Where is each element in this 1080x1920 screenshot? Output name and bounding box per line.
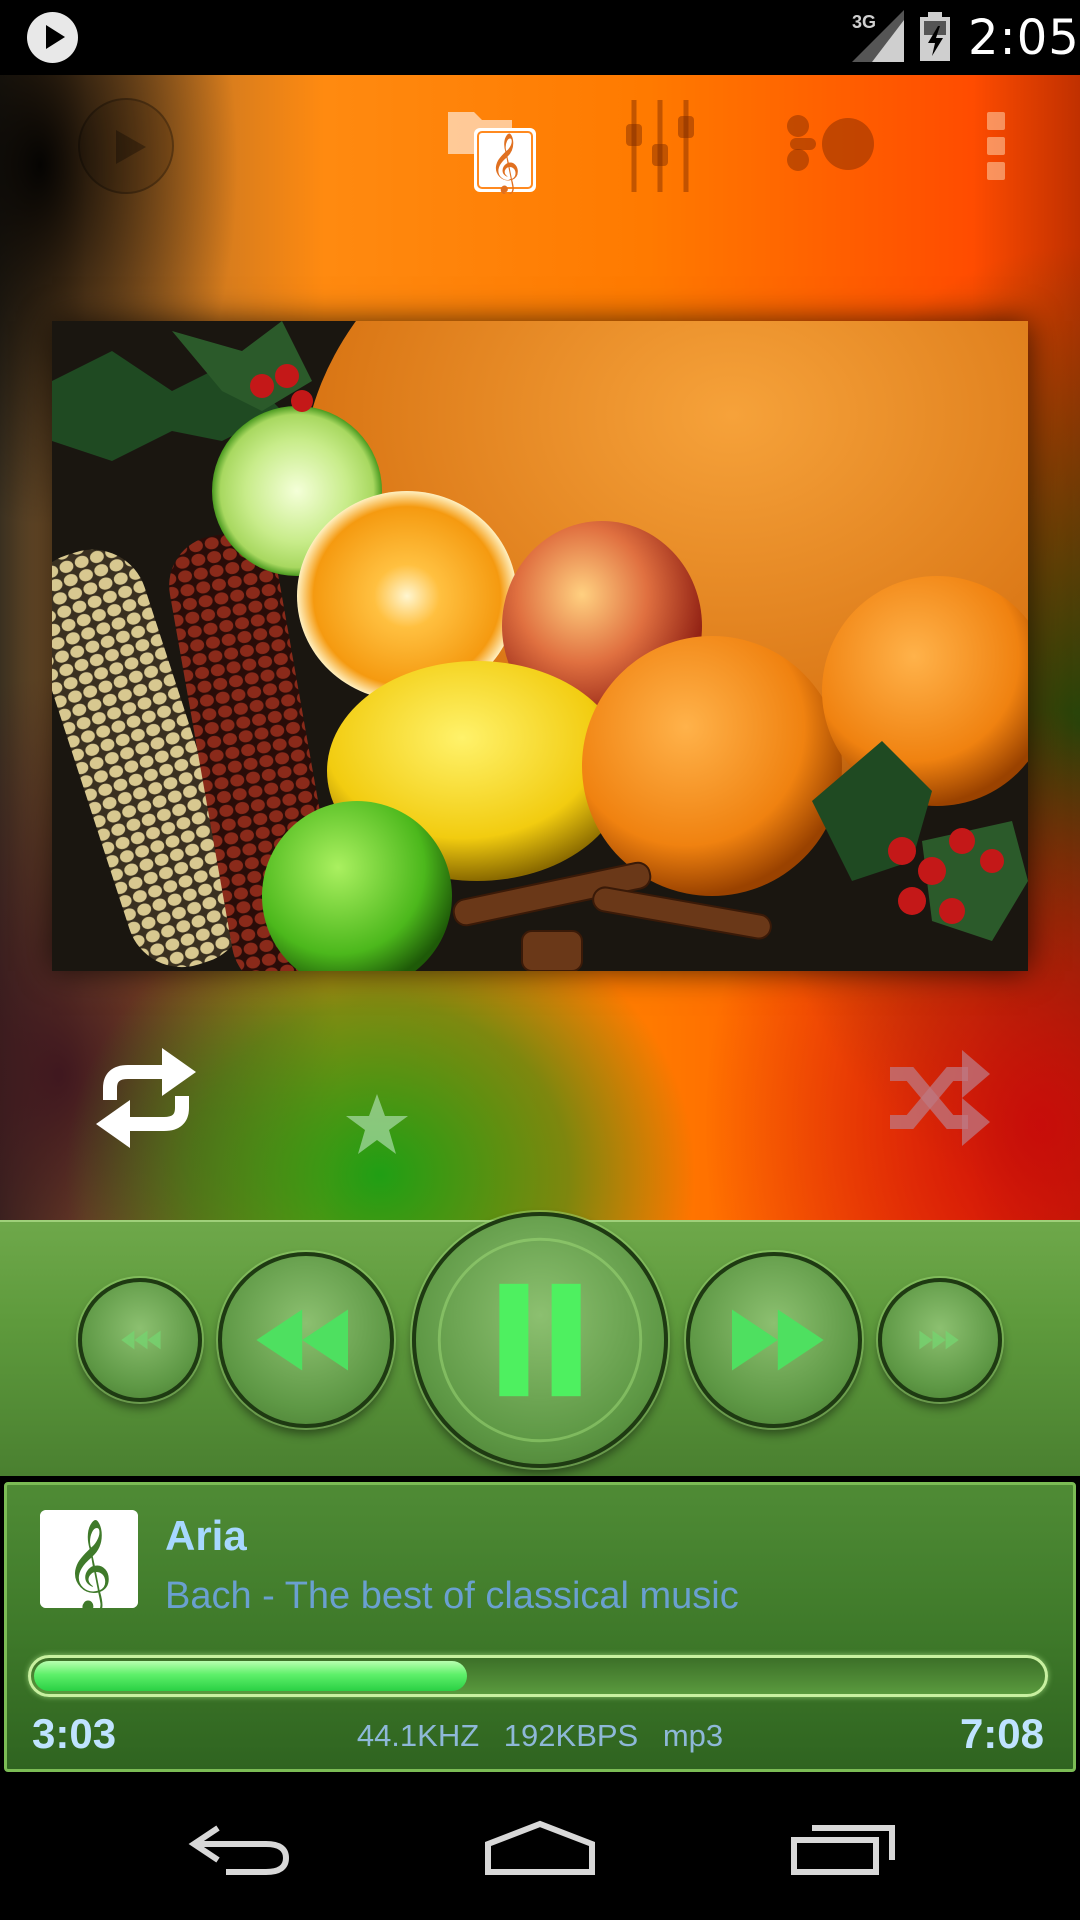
skip-back-button[interactable] bbox=[78, 1278, 202, 1402]
home-icon[interactable] bbox=[484, 1820, 596, 1876]
pause-button[interactable] bbox=[412, 1212, 668, 1468]
play-icon[interactable] bbox=[78, 98, 174, 194]
rewind-icon bbox=[256, 1309, 348, 1371]
progress-bar[interactable] bbox=[28, 1655, 1048, 1697]
music-library-icon[interactable]: 𝄞 bbox=[444, 102, 540, 194]
skip-back-icon bbox=[121, 1330, 161, 1350]
signal-icon: 3G bbox=[852, 10, 904, 62]
back-icon[interactable] bbox=[188, 1820, 292, 1876]
clock: 2:05 bbox=[968, 10, 1080, 66]
play-notification-icon bbox=[27, 12, 78, 63]
file-format: mp3 bbox=[662, 1718, 724, 1753]
bitrate: 192KBPS bbox=[503, 1718, 639, 1753]
album-art-image bbox=[52, 321, 1028, 971]
skip-forward-icon bbox=[919, 1330, 959, 1350]
equalizer-icon[interactable] bbox=[624, 100, 696, 192]
track-subtitle: Bach - The best of classical music bbox=[165, 1575, 739, 1617]
star-icon[interactable] bbox=[344, 1092, 410, 1158]
time-total: 7:08 bbox=[959, 1710, 1044, 1757]
status-bar: 3G 2:05 bbox=[0, 0, 1080, 75]
overflow-menu-icon[interactable] bbox=[984, 112, 1008, 180]
svg-text:𝄞: 𝄞 bbox=[65, 1518, 112, 1608]
treble-clef-icon: 𝄞 bbox=[40, 1510, 138, 1608]
recents-icon[interactable] bbox=[790, 1822, 896, 1876]
skip-forward-button[interactable] bbox=[878, 1278, 1002, 1402]
format-info: 44.1KHZ 192KBPS mp3 bbox=[0, 1718, 1080, 1754]
svg-text:𝄞: 𝄞 bbox=[490, 133, 521, 194]
fast-forward-icon bbox=[732, 1309, 824, 1371]
repeat-icon[interactable] bbox=[96, 1044, 196, 1152]
network-label: 3G bbox=[852, 12, 876, 32]
track-title: Aria bbox=[165, 1512, 247, 1559]
fast-forward-button[interactable] bbox=[686, 1252, 862, 1428]
battery-charging-icon bbox=[920, 12, 950, 61]
progress-fill bbox=[34, 1661, 467, 1691]
sample-rate: 44.1KHZ bbox=[356, 1718, 480, 1753]
shuffle-icon[interactable] bbox=[890, 1046, 990, 1150]
rewind-button[interactable] bbox=[218, 1252, 394, 1428]
pause-icon bbox=[437, 1237, 643, 1443]
visualizer-icon[interactable] bbox=[784, 112, 876, 176]
